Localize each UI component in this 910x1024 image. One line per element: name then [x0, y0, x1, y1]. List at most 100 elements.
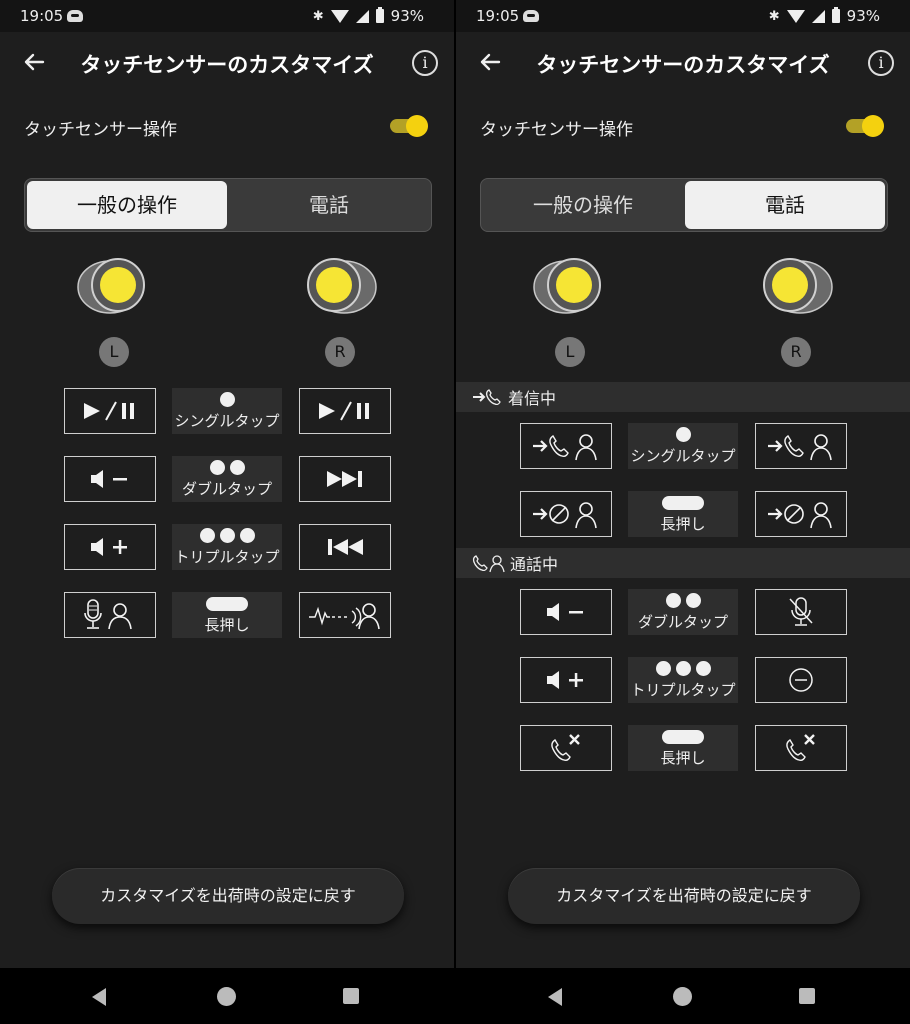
gesture-long-press: 長押し — [628, 491, 738, 537]
right-earbud-icon — [307, 258, 377, 314]
bluetooth-icon: ✱ — [768, 8, 780, 24]
left-earbud-icon — [77, 258, 145, 314]
end-call-icon — [551, 734, 580, 761]
volume-up-icon — [91, 538, 127, 556]
reset-to-default-button[interactable]: カスタマイズを出荷時の設定に戻す — [508, 868, 860, 924]
screen-general: 19:05 ✱ 93% タッチセンサーのカスタマイズ i タッチセンサー操作 一… — [0, 0, 454, 1024]
right-end-call-button[interactable] — [755, 725, 847, 771]
gesture-double-tap: ダブルタップ — [628, 589, 738, 635]
ambient-sound-icon — [309, 603, 380, 630]
right-mute-mic-button[interactable] — [755, 589, 847, 635]
gesture-row-triple-tap: トリプルタップ — [0, 524, 454, 572]
volume-down-icon — [547, 603, 583, 621]
gesture-row-double-tap: ダブルタップ — [456, 589, 910, 637]
gesture-long-press: 長押し — [628, 725, 738, 771]
left-label: L — [99, 337, 129, 367]
voice-assistant-icon — [84, 599, 132, 630]
tab-general[interactable]: 一般の操作 — [483, 181, 683, 229]
info-icon[interactable]: i — [412, 50, 438, 76]
left-label: L — [555, 337, 585, 367]
gesture-row-single-tap: シングルタップ — [0, 388, 454, 436]
tab-phone[interactable]: 電話 — [229, 181, 429, 229]
battery-icon — [375, 7, 384, 23]
left-voice-assistant-button[interactable] — [64, 592, 156, 638]
tab-general[interactable]: 一般の操作 — [27, 181, 227, 229]
nav-recents-icon[interactable] — [799, 988, 815, 1004]
gesture-row-triple-tap: トリプルタップ — [456, 657, 910, 705]
volume-down-icon — [91, 470, 127, 488]
page-title: タッチセンサーのカスタマイズ — [536, 53, 830, 77]
right-answer-call-button[interactable] — [755, 423, 847, 469]
section-in-call-label: 通話中 — [510, 555, 559, 574]
gesture-triple-tap: トリプルタップ — [628, 657, 738, 703]
left-volume-down-button[interactable] — [520, 589, 612, 635]
answer-call-icon — [768, 434, 832, 461]
left-answer-call-button[interactable] — [520, 423, 612, 469]
battery-level: 93% — [390, 7, 424, 25]
right-label: R — [325, 337, 355, 367]
gesture-triple-tap: トリプルタップ — [172, 524, 282, 570]
notification-app-icon — [67, 10, 83, 22]
right-ambient-sound-button[interactable] — [299, 592, 391, 638]
answer-call-icon — [533, 434, 597, 461]
status-bar: 19:05 ✱ 93% — [0, 0, 454, 32]
gesture-row-long-press: 長押し — [456, 491, 910, 539]
status-time: 19:05 — [20, 7, 64, 25]
nav-home-icon[interactable] — [673, 987, 692, 1006]
right-previous-track-button[interactable] — [299, 524, 391, 570]
touch-sensor-label: タッチセンサー操作 — [480, 120, 633, 140]
section-incoming-label: 着信中 — [508, 389, 557, 408]
status-time: 19:05 — [476, 7, 520, 25]
gesture-row-long-press-in-call: 長押し — [456, 725, 910, 773]
right-earbud-icon — [763, 258, 833, 314]
gesture-row-double-tap: ダブルタップ — [0, 456, 454, 504]
next-track-icon — [327, 471, 362, 487]
info-icon[interactable]: i — [868, 50, 894, 76]
in-call-icon — [472, 555, 505, 573]
left-volume-up-button[interactable] — [64, 524, 156, 570]
nav-back-icon[interactable] — [548, 988, 562, 1006]
gesture-single-tap: シングルタップ — [172, 388, 282, 434]
status-bar: 19:05 ✱ 93% — [456, 0, 910, 32]
gesture-row-long-press: 長押し — [0, 592, 454, 640]
navigation-bar — [0, 968, 454, 1024]
left-reject-call-button[interactable] — [520, 491, 612, 537]
gesture-double-tap: ダブルタップ — [172, 456, 282, 502]
end-call-icon — [786, 734, 815, 761]
right-next-track-button[interactable] — [299, 456, 391, 502]
wifi-icon — [330, 9, 349, 23]
touch-sensor-toggle[interactable] — [390, 115, 428, 137]
status-icons: ✱ 93% — [313, 7, 424, 25]
left-volume-up-button[interactable] — [520, 657, 612, 703]
notification-app-icon — [523, 10, 539, 22]
bluetooth-icon: ✱ — [312, 8, 324, 24]
mode-tabs: 一般の操作 電話 — [480, 178, 888, 232]
left-end-call-button[interactable] — [520, 725, 612, 771]
no-action-icon — [789, 668, 813, 692]
volume-up-icon — [547, 671, 583, 689]
gesture-long-press: 長押し — [172, 592, 282, 638]
nav-recents-icon[interactable] — [343, 988, 359, 1004]
reset-to-default-button[interactable]: カスタマイズを出荷時の設定に戻す — [52, 868, 404, 924]
previous-track-icon — [328, 539, 363, 555]
gesture-row-single-tap: シングルタップ — [456, 423, 910, 471]
tab-phone[interactable]: 電話 — [685, 181, 885, 229]
battery-level: 93% — [846, 7, 880, 25]
page-title: タッチセンサーのカスタマイズ — [80, 53, 374, 77]
touch-sensor-toggle[interactable] — [846, 115, 884, 137]
left-earbud-icon — [533, 258, 601, 314]
play-pause-icon — [84, 401, 134, 421]
battery-icon — [831, 7, 840, 23]
right-play-pause-button[interactable] — [299, 388, 391, 434]
left-play-pause-button[interactable] — [64, 388, 156, 434]
signal-icon — [811, 9, 825, 23]
wifi-icon — [786, 9, 805, 23]
nav-home-icon[interactable] — [217, 987, 236, 1006]
right-no-action-button[interactable] — [755, 657, 847, 703]
nav-back-icon[interactable] — [92, 988, 106, 1006]
left-volume-down-button[interactable] — [64, 456, 156, 502]
screen-phone: 19:05 ✱ 93% タッチセンサーのカスタマイズ i タッチセンサー操作 一… — [456, 0, 910, 1024]
reject-call-icon — [533, 502, 597, 529]
right-reject-call-button[interactable] — [755, 491, 847, 537]
navigation-bar — [456, 968, 910, 1024]
